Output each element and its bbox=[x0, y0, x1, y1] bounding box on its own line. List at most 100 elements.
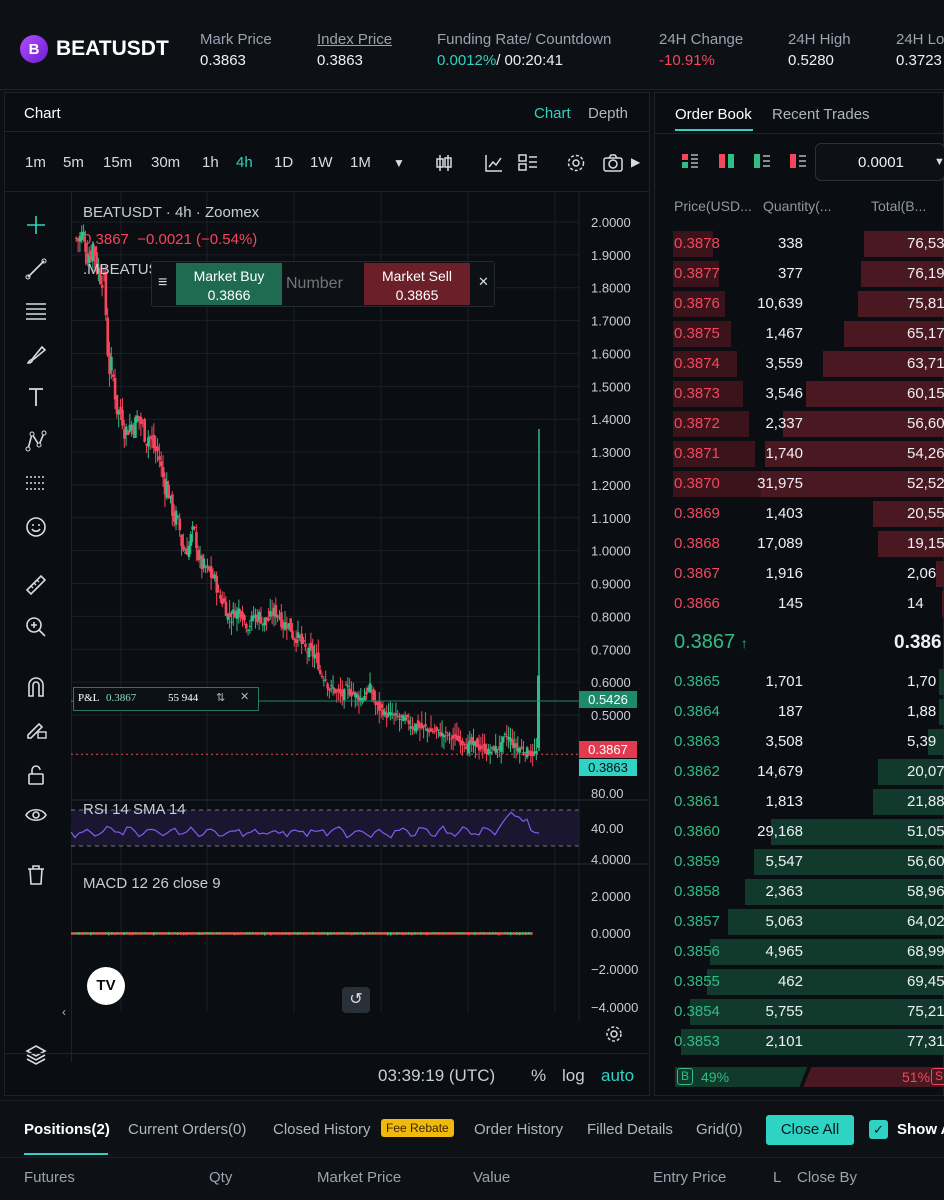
emoji-icon[interactable] bbox=[25, 516, 47, 538]
bid-row[interactable]: 0.3855 462 69,45 bbox=[655, 967, 944, 997]
bid-row[interactable]: 0.3863 3,508 5,39 bbox=[655, 727, 944, 757]
tab-order-history[interactable]: Order History bbox=[474, 1121, 563, 1138]
market-sell-button[interactable]: Market Sell 0.3865 bbox=[364, 263, 470, 305]
bid-row[interactable]: 0.3864 187 1,88 bbox=[655, 697, 944, 727]
close-position-icon[interactable]: ✕ bbox=[240, 690, 249, 703]
close-icon[interactable]: ✕ bbox=[478, 274, 489, 290]
ask-row[interactable]: 0.3873 3,546 60,15 bbox=[655, 379, 944, 409]
bid-row[interactable]: 0.3858 2,363 58,96 bbox=[655, 877, 944, 907]
bid-row[interactable]: 0.3853 2,101 77,31 bbox=[655, 1027, 944, 1057]
macd-histogram-bar bbox=[96, 932, 98, 934]
tick-size-select[interactable]: 0.0001 ▼ bbox=[815, 143, 944, 181]
show-all-checkbox[interactable]: ✓ bbox=[869, 1120, 888, 1139]
book-bids-view-icon[interactable] bbox=[754, 153, 770, 169]
price-chart[interactable]: 2.0000 1.9000 1.8000 1.7000 1.6000 1.5000 1.40… bbox=[71, 192, 649, 1072]
tab-closed-history[interactable]: Closed History bbox=[273, 1121, 371, 1138]
market-buy-button[interactable]: Market Buy 0.3866 bbox=[176, 263, 282, 305]
fib-icon[interactable] bbox=[25, 300, 47, 322]
tab-current-orders[interactable]: Current Orders(0) bbox=[128, 1121, 246, 1138]
position-pnl-label[interactable]: P&L 0.3867 55 944 ⇅ ✕ bbox=[73, 687, 259, 711]
ask-row[interactable]: 0.3870 31,975 52,52 bbox=[655, 469, 944, 499]
candle-body bbox=[217, 591, 220, 593]
tab-chart[interactable]: Chart bbox=[534, 105, 571, 122]
ask-row[interactable]: 0.3878 338 76,53 bbox=[655, 229, 944, 259]
timeframe-1mo[interactable]: 1M bbox=[350, 154, 371, 171]
camera-icon[interactable] bbox=[603, 153, 623, 173]
ask-row[interactable]: 0.3874 3,559 63,71 bbox=[655, 349, 944, 379]
timeframe-4h[interactable]: 4h bbox=[236, 154, 253, 171]
tab-grid[interactable]: Grid(0) bbox=[696, 1121, 743, 1138]
lock-pen-icon[interactable] bbox=[25, 718, 47, 740]
tradingview-logo[interactable]: TV bbox=[87, 967, 125, 1005]
indicators-icon[interactable] bbox=[484, 153, 504, 173]
bid-row[interactable]: 0.3862 14,679 20,07 bbox=[655, 757, 944, 787]
percent-scale-toggle[interactable]: % bbox=[531, 1066, 546, 1086]
timeframe-1m[interactable]: 1m bbox=[25, 154, 46, 171]
settings-icon[interactable] bbox=[566, 153, 586, 173]
timeframe-1d[interactable]: 1D bbox=[274, 154, 293, 171]
timeframe-dropdown-icon[interactable]: ▼ bbox=[393, 156, 405, 170]
tab-depth[interactable]: Depth bbox=[588, 105, 628, 122]
ob-total: 56,60 bbox=[907, 415, 944, 432]
bid-row[interactable]: 0.3860 29,168 51,05 bbox=[655, 817, 944, 847]
bid-row[interactable]: 0.3854 5,755 75,21 bbox=[655, 997, 944, 1027]
bid-row[interactable]: 0.3859 5,547 56,60 bbox=[655, 847, 944, 877]
reset-chart-icon[interactable]: ↺ bbox=[342, 987, 370, 1013]
ask-row[interactable]: 0.3876 10,639 75,81 bbox=[655, 289, 944, 319]
time-axis-settings-icon[interactable] bbox=[605, 1025, 623, 1043]
timeframe-1h[interactable]: 1h bbox=[202, 154, 219, 171]
crosshair-icon[interactable] bbox=[25, 214, 47, 236]
timeframe-1w[interactable]: 1W bbox=[310, 154, 333, 171]
symbol-title[interactable]: BEATUSDT bbox=[56, 37, 169, 61]
timeframe-5m[interactable]: 5m bbox=[63, 154, 84, 171]
ask-row[interactable]: 0.3875 1,467 65,17 bbox=[655, 319, 944, 349]
ask-row[interactable]: 0.3872 2,337 56,60 bbox=[655, 409, 944, 439]
book-both-view-icon[interactable] bbox=[682, 153, 698, 169]
layers-icon[interactable] bbox=[25, 1044, 47, 1066]
bid-row[interactable]: 0.3861 1,813 21,88 bbox=[655, 787, 944, 817]
bid-row[interactable]: 0.3857 5,063 64,02 bbox=[655, 907, 944, 937]
reverse-position-icon[interactable]: ⇅ bbox=[216, 691, 225, 704]
timeframe-30m[interactable]: 30m bbox=[151, 154, 180, 171]
macd-histogram-bar bbox=[192, 932, 194, 935]
tab-positions[interactable]: Positions(2) bbox=[24, 1121, 110, 1138]
layout-icon[interactable] bbox=[518, 153, 538, 173]
zoom-icon[interactable] bbox=[25, 616, 47, 638]
ask-row[interactable]: 0.3866 145 14 bbox=[655, 589, 944, 619]
measure-lines-icon[interactable] bbox=[25, 472, 47, 494]
tab-recent-trades[interactable]: Recent Trades bbox=[772, 106, 870, 123]
auto-scale-toggle[interactable]: auto bbox=[601, 1066, 634, 1086]
ask-row[interactable]: 0.3867 1,916 2,06 bbox=[655, 559, 944, 589]
index-price[interactable]: Index Price 0.3863 bbox=[317, 31, 392, 69]
candle-body bbox=[230, 621, 233, 623]
ask-row[interactable]: 0.3868 17,089 19,15 bbox=[655, 529, 944, 559]
pattern-icon[interactable] bbox=[25, 430, 47, 452]
brush-icon[interactable] bbox=[25, 344, 47, 366]
quantity-input[interactable] bbox=[286, 268, 356, 300]
tab-filled-details[interactable]: Filled Details bbox=[587, 1121, 673, 1138]
magnet-icon[interactable] bbox=[25, 676, 47, 698]
tab-order-book[interactable]: Order Book bbox=[675, 106, 752, 123]
trendline-icon[interactable] bbox=[25, 258, 47, 280]
ask-row[interactable]: 0.3871 1,740 54,26 bbox=[655, 439, 944, 469]
log-scale-toggle[interactable]: log bbox=[562, 1066, 585, 1086]
close-all-button[interactable]: Close All bbox=[766, 1115, 854, 1145]
bid-row[interactable]: 0.3865 1,701 1,70 bbox=[655, 667, 944, 697]
macd-histogram-bar bbox=[222, 932, 224, 935]
scroll-left-icon[interactable]: ‹ bbox=[62, 1005, 66, 1019]
ruler-icon[interactable] bbox=[25, 574, 47, 596]
ask-row[interactable]: 0.3877 377 76,19 bbox=[655, 259, 944, 289]
quick-trade-menu-icon[interactable]: ≡ bbox=[158, 274, 167, 292]
candle-type-icon[interactable] bbox=[435, 153, 453, 173]
scroll-right-icon[interactable]: ▶ bbox=[631, 155, 640, 169]
macd-histogram-bar bbox=[462, 932, 464, 935]
text-icon[interactable] bbox=[25, 386, 47, 408]
timeframe-15m[interactable]: 15m bbox=[103, 154, 132, 171]
eye-icon[interactable] bbox=[25, 804, 47, 826]
book-split-view-icon[interactable] bbox=[719, 153, 735, 169]
ask-row[interactable]: 0.3869 1,403 20,55 bbox=[655, 499, 944, 529]
bid-row[interactable]: 0.3856 4,965 68,99 bbox=[655, 937, 944, 967]
book-asks-view-icon[interactable] bbox=[790, 153, 806, 169]
lock-icon[interactable] bbox=[25, 764, 47, 786]
trash-icon[interactable] bbox=[25, 864, 47, 886]
